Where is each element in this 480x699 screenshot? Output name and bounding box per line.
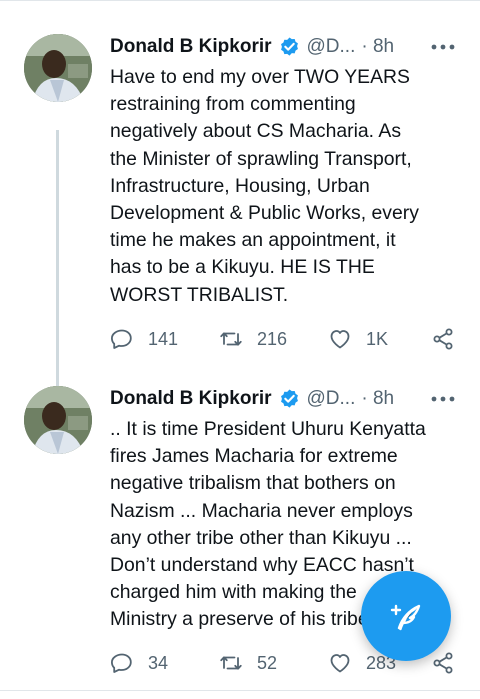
share-button[interactable] (431, 648, 455, 678)
timestamp[interactable]: · 8h (361, 36, 394, 58)
bottom-divider (0, 690, 480, 691)
reply-icon (111, 329, 132, 349)
author-handle[interactable]: @D... (307, 388, 356, 410)
heart-icon (330, 654, 350, 673)
like-count: 1K (366, 328, 389, 349)
verified-badge-icon (280, 388, 298, 408)
heart-icon (330, 330, 350, 349)
retweet-count: 216 (257, 328, 288, 349)
verified-badge-icon (280, 36, 298, 56)
action-bar: 141 216 1K (0, 324, 480, 354)
more-icon[interactable] (430, 38, 456, 56)
avatar[interactable] (24, 386, 92, 454)
reply-button[interactable]: 141 (110, 324, 178, 354)
like-button[interactable]: 1K (328, 324, 388, 354)
author-name[interactable]: Donald B Kipkorir (110, 36, 272, 58)
share-icon (433, 328, 453, 350)
retweet-button[interactable]: 216 (219, 324, 287, 354)
reply-count: 141 (148, 328, 179, 349)
retweet-button[interactable]: 52 (219, 648, 277, 678)
compose-tweet-button[interactable] (361, 571, 451, 661)
thread-line (56, 130, 59, 402)
share-button[interactable] (431, 324, 455, 354)
tweet-header: Donald B Kipkorir @D... · 8h (110, 34, 394, 60)
reply-icon (111, 653, 132, 673)
tweet-text: Have to end my over TWO YEARS restrainin… (110, 66, 419, 306)
more-icon[interactable] (430, 390, 456, 408)
tweet-header: Donald B Kipkorir @D... · 8h (110, 386, 394, 412)
reply-count: 34 (148, 652, 169, 673)
retweet-icon (220, 332, 242, 346)
retweet-icon (220, 656, 242, 670)
author-name[interactable]: Donald B Kipkorir (110, 388, 272, 410)
timestamp[interactable]: · 8h (361, 388, 394, 410)
reply-button[interactable]: 34 (110, 648, 168, 678)
share-icon (433, 652, 453, 674)
author-handle[interactable]: @D... (307, 36, 356, 58)
retweet-count: 52 (257, 652, 278, 673)
avatar[interactable] (24, 34, 92, 102)
compose-icon (390, 604, 421, 631)
top-divider (0, 0, 480, 1)
